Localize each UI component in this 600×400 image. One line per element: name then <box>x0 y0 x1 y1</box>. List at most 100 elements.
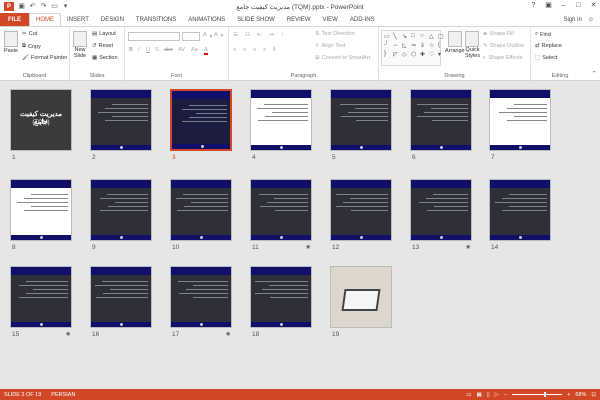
arrange-button[interactable]: Arrange <box>445 31 465 54</box>
help-icon[interactable]: ? <box>529 1 538 10</box>
slide-thumbnail[interactable] <box>489 179 551 241</box>
slide-thumbnail[interactable] <box>489 89 551 151</box>
slide-thumbnail[interactable] <box>90 266 152 328</box>
shape-elbow-icon[interactable]: ┘ <box>384 42 392 50</box>
slide-thumbnail[interactable] <box>10 266 72 328</box>
shape-oval-icon[interactable]: ○ <box>420 33 428 41</box>
strikethrough-button[interactable]: abc <box>164 47 173 53</box>
shapes-gallery[interactable]: ▭ ╲ ↘ □ ○ △ ▢ ┘ ∽ ◺ ⇒ ⇓ ☆{ } ◸ ◇ ⬡ ✚ ♡ ▾ <box>381 30 444 66</box>
save-icon[interactable]: ▣ <box>18 3 25 10</box>
animation-star-icon[interactable]: ★ <box>65 330 71 338</box>
shape-effects-button[interactable]: ◐ Shape Effects <box>483 55 522 61</box>
shape-callout-icon[interactable]: ◸ <box>393 51 401 59</box>
zoom-level[interactable]: 68% <box>575 392 586 398</box>
slide-thumbnail[interactable] <box>90 89 152 151</box>
line-spacing-button[interactable]: ↕ <box>281 32 284 38</box>
sign-in-link[interactable]: Sign in <box>564 17 582 23</box>
zoom-in-button[interactable]: + <box>567 392 570 398</box>
slide-thumbnail[interactable] <box>330 179 392 241</box>
tab-animations[interactable]: ANIMATIONS <box>182 13 231 26</box>
customize-qat-icon[interactable]: ▾ <box>62 3 69 10</box>
undo-icon[interactable]: ↶ <box>29 3 36 10</box>
tab-add-ins[interactable]: ADD-INS <box>344 13 381 26</box>
ribbon-display-icon[interactable]: ▣ <box>544 1 553 10</box>
quick-styles-button[interactable]: Quick Styles <box>465 31 480 59</box>
animation-star-icon[interactable]: ★ <box>305 243 311 251</box>
find-button[interactable]: ⌕ Find <box>535 31 551 38</box>
convert-smartart-button[interactable]: ⊞ Convert to SmartArt <box>315 55 370 61</box>
grow-font-button[interactable]: A ▲ <box>203 32 213 38</box>
collapse-ribbon-icon[interactable]: ⌃ <box>592 71 597 77</box>
reset-button[interactable]: ↺ Reset <box>92 43 113 49</box>
shape-arrow-right-icon[interactable]: ⇒ <box>411 42 419 50</box>
shape-arrow-down-icon[interactable]: ⇓ <box>420 42 428 50</box>
user-icon[interactable]: ☺ <box>588 17 594 23</box>
underline-button[interactable]: U <box>146 47 150 53</box>
start-from-beginning-icon[interactable]: ▭ <box>51 3 58 10</box>
increase-indent-button[interactable]: ⇥ <box>269 32 274 38</box>
tab-file[interactable]: FILE <box>0 13 29 26</box>
character-spacing-button[interactable]: AV <box>178 47 185 53</box>
slide-thumbnail[interactable] <box>90 179 152 241</box>
close-icon[interactable]: ✕ <box>589 1 598 10</box>
minimize-icon[interactable]: – <box>559 1 568 10</box>
animation-star-icon[interactable]: ★ <box>465 243 471 251</box>
columns-button[interactable]: ⫴ <box>273 47 275 54</box>
tab-design[interactable]: DESIGN <box>95 13 130 26</box>
slide-thumbnail[interactable] <box>170 89 232 151</box>
slide-thumbnail[interactable] <box>250 266 312 328</box>
shape-heart-icon[interactable]: ♡ <box>429 51 437 59</box>
slide-thumbnail[interactable] <box>10 179 72 241</box>
slide-thumbnail[interactable] <box>170 179 232 241</box>
shape-brace2-icon[interactable]: } <box>384 51 392 59</box>
section-button[interactable]: ▦ Section <box>92 55 118 61</box>
slide-thumbnail[interactable] <box>330 266 392 328</box>
shape-outline-button[interactable]: ✎ Shape Outline <box>483 43 524 49</box>
tab-review[interactable]: REVIEW <box>281 13 317 26</box>
align-left-button[interactable]: ≡ <box>233 47 236 53</box>
shape-star-icon[interactable]: ☆ <box>429 42 437 50</box>
decrease-indent-button[interactable]: ⇤ <box>257 32 262 38</box>
copy-button[interactable]: ⧉ Copy <box>22 43 41 50</box>
shrink-font-button[interactable]: A ▼ <box>214 32 224 38</box>
tab-view[interactable]: VIEW <box>317 13 344 26</box>
new-slide-button[interactable]: New Slide <box>73 31 87 59</box>
fit-slide-icon[interactable]: ⊡ <box>591 392 596 398</box>
select-button[interactable]: ⬚ Select <box>535 55 558 61</box>
slide-show-view-icon[interactable]: ▷ <box>495 392 499 398</box>
slide-thumbnail[interactable]: مدیریت کیفیت جامع (TQM) <box>10 89 72 151</box>
slide-thumbnail[interactable] <box>250 89 312 151</box>
text-direction-button[interactable]: ⇅ Text Direction <box>315 31 355 37</box>
shape-rtriangle-icon[interactable]: ◺ <box>402 42 410 50</box>
paste-button[interactable]: Paste <box>4 31 18 54</box>
shape-rect-icon[interactable]: □ <box>411 33 419 41</box>
zoom-slider-thumb[interactable] <box>544 392 547 397</box>
slide-thumbnail[interactable] <box>330 89 392 151</box>
format-painter-button[interactable]: 🖌 Format Painter <box>22 55 67 61</box>
shape-fill-button[interactable]: ◈ Shape Fill <box>483 31 514 37</box>
tab-insert[interactable]: INSERT <box>61 13 95 26</box>
align-center-button[interactable]: ≡ <box>243 47 246 53</box>
redo-icon[interactable]: ↷ <box>40 3 47 10</box>
tab-slide-show[interactable]: SLIDE SHOW <box>231 13 281 26</box>
numbering-button[interactable]: ☷ <box>245 32 250 38</box>
cut-button[interactable]: ✂ Cut <box>22 31 37 37</box>
shadow-button[interactable]: S <box>155 47 159 53</box>
slide-counter[interactable]: SLIDE 3 OF 19 <box>4 392 41 398</box>
align-text-button[interactable]: ⇳ Align Text <box>315 43 345 49</box>
shape-line-icon[interactable]: ╲ <box>393 33 401 41</box>
normal-view-icon[interactable]: ▭ <box>466 392 471 398</box>
replace-button[interactable]: ⇄ Replace <box>535 43 562 49</box>
shape-cross-icon[interactable]: ✚ <box>420 51 428 59</box>
shape-diamond-icon[interactable]: ◇ <box>402 51 410 59</box>
animation-star-icon[interactable]: ★ <box>225 330 231 338</box>
align-right-button[interactable]: ≡ <box>253 47 256 53</box>
bold-button[interactable]: B <box>129 47 133 53</box>
tab-transitions[interactable]: TRANSITIONS <box>130 13 182 26</box>
layout-button[interactable]: ▤ Layout <box>92 31 116 37</box>
italic-button[interactable]: I <box>138 47 140 53</box>
change-case-button[interactable]: Aa <box>191 47 198 53</box>
justify-button[interactable]: ≡ <box>263 47 266 53</box>
slide-thumbnail[interactable] <box>250 179 312 241</box>
bullets-button[interactable]: ☰ <box>233 32 238 38</box>
